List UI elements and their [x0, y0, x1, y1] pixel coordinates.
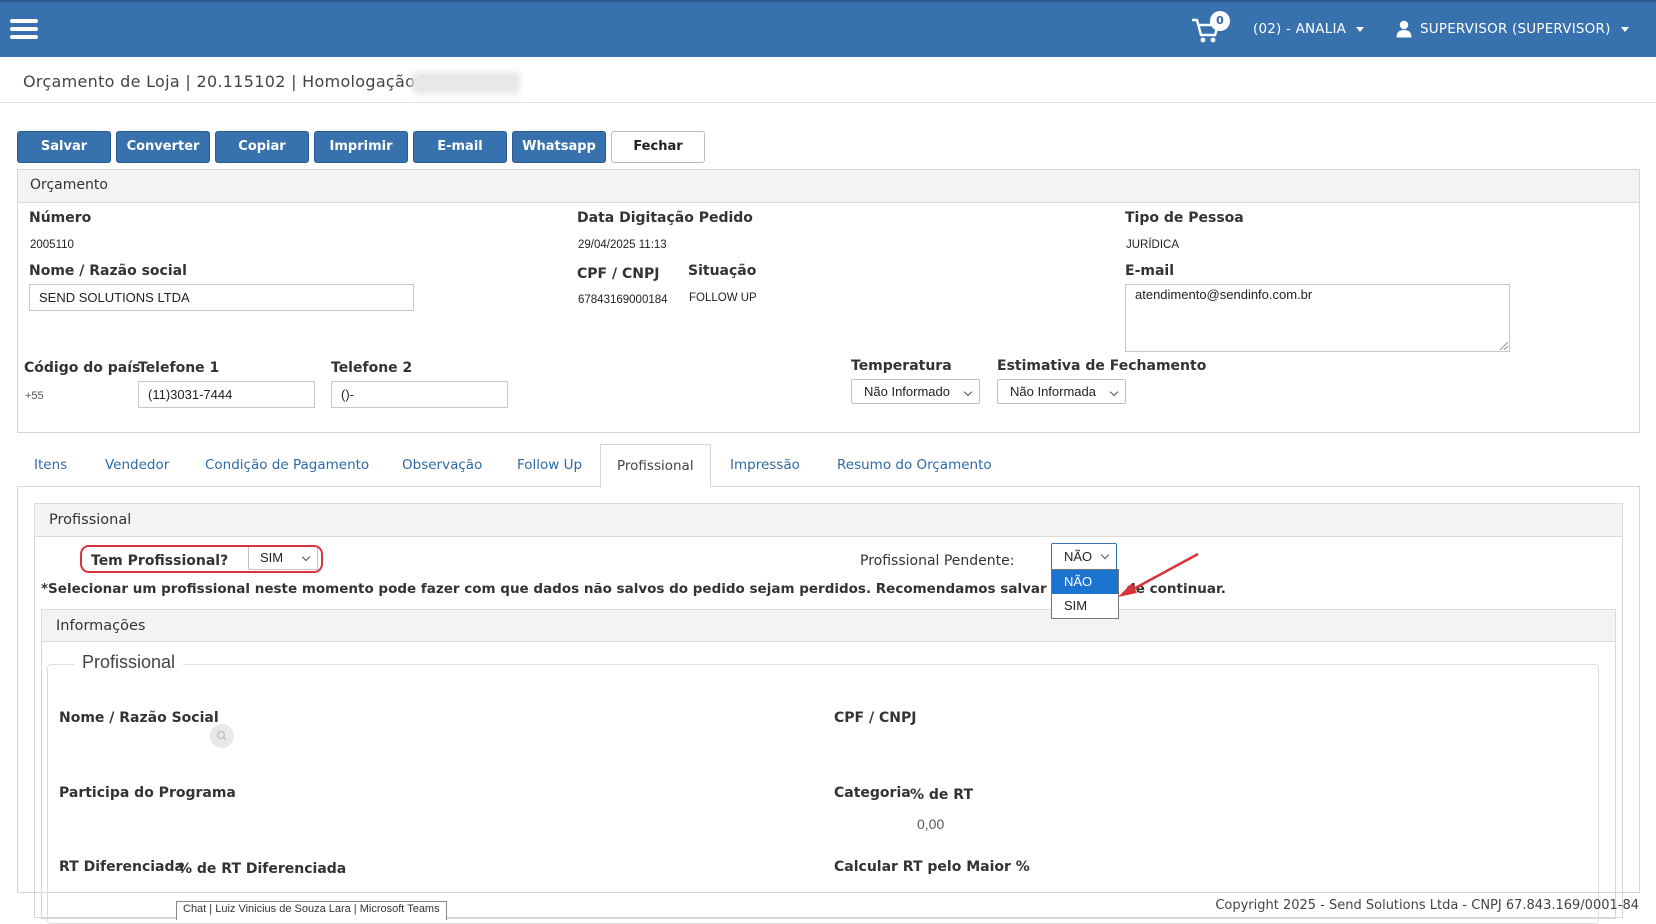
arrow-annotation-icon [1118, 552, 1199, 597]
rt-diferenciada-pct-label: % de RT Diferenciada [178, 861, 347, 877]
warning-text: *Selecionar um profissional neste moment… [41, 581, 1226, 597]
email-button[interactable]: E-mail [413, 131, 507, 163]
nome-field[interactable]: SEND SOLUTIONS LTDA [29, 284, 414, 311]
dropdown-list: NÃO SIM [1051, 569, 1119, 619]
tipo-label: Tipo de Pessoa [1125, 210, 1244, 226]
numero-label: Número [29, 210, 92, 226]
save-button[interactable]: Salvar [17, 131, 111, 163]
situacao-value: FOLLOW UP [689, 292, 757, 304]
menu-icon[interactable] [10, 19, 38, 39]
tab-follow-up[interactable]: Follow Up [517, 444, 582, 487]
participa-label: Participa do Programa [59, 785, 236, 801]
copyright-text: Copyright 2025 - Send Solutions Ltda - C… [1215, 898, 1639, 913]
profissional-pendente-label: Profissional Pendente: [860, 553, 1015, 569]
tab-impressao[interactable]: Impressão [730, 444, 800, 487]
estimativa-value: Não Informada [1010, 384, 1096, 399]
fieldset-legend: Profissional [74, 652, 184, 673]
cpf-label: CPF / CNPJ [577, 266, 660, 282]
tab-profissional[interactable]: Profissional [600, 444, 711, 488]
panel-title: Orçamento [18, 170, 1639, 203]
email-label: E-mail [1125, 263, 1175, 279]
informacoes-title: Informações [41, 609, 1616, 642]
prof-cpf-label: CPF / CNPJ [834, 710, 917, 726]
tab-itens[interactable]: Itens [34, 444, 67, 487]
tel2-label: Telefone 2 [331, 360, 413, 376]
email-value: atendimento@sendinfo.com.br [1135, 287, 1313, 302]
warning-text-start: *Selecionar um profissional neste moment… [41, 581, 1085, 597]
email-field[interactable]: atendimento@sendinfo.com.br [1125, 284, 1510, 352]
profissional-fieldset [47, 664, 1599, 924]
data-label: Data Digitação Pedido [577, 210, 753, 226]
option-nao[interactable]: NÃO [1052, 570, 1118, 594]
tel1-label: Telefone 1 [138, 360, 220, 376]
tab-bar: Itens Vendedor Condição de Pagamento Obs… [17, 444, 1640, 488]
tipo-value: JURÍDICA [1126, 239, 1180, 251]
store-selector[interactable]: (02) - ANALIA [1253, 21, 1365, 37]
chevron-down-icon [1100, 550, 1110, 560]
situacao-label: Situação [688, 263, 757, 279]
estimativa-select[interactable]: Não Informada [997, 379, 1126, 404]
rt-label: % de RT [910, 787, 973, 803]
copy-button[interactable]: Copiar [215, 131, 309, 163]
cart-count-badge: 0 [1210, 11, 1230, 31]
chevron-down-icon [963, 387, 973, 397]
chat-tab[interactable]: Chat | Luiz Vinicius de Souza Lara | Mic… [176, 901, 447, 920]
tab-resumo[interactable]: Resumo do Orçamento [837, 444, 992, 487]
top-navbar: 0 (02) - ANALIA SUPERVISOR (SUPERVISOR) [0, 0, 1656, 57]
user-label: SUPERVISOR (SUPERVISOR) [1420, 21, 1611, 37]
search-icon[interactable] [210, 724, 234, 748]
close-button[interactable]: Fechar [611, 131, 705, 163]
tab-vendedor[interactable]: Vendedor [105, 444, 169, 487]
whatsapp-button[interactable]: Whatsapp [512, 131, 606, 163]
footer-divider [17, 892, 1640, 893]
pais-value: +55 [25, 390, 44, 402]
resize-handle-icon[interactable] [1500, 342, 1508, 350]
numero-value: 2005110 [30, 239, 74, 251]
temperatura-label: Temperatura [851, 358, 952, 374]
user-icon [1396, 20, 1412, 38]
divider [0, 102, 1656, 103]
temperatura-select[interactable]: Não Informado [851, 379, 980, 404]
caret-down-icon [1356, 26, 1365, 32]
store-label: (02) - ANALIA [1253, 21, 1347, 37]
rt-value: 0,00 [917, 816, 945, 832]
profissional-panel-title: Profissional [34, 503, 1623, 537]
tab-condicao-pagamento[interactable]: Condição de Pagamento [205, 444, 369, 487]
caret-down-icon [1620, 26, 1629, 32]
rt-diferenciada-label: RT Diferenciada [59, 859, 184, 875]
user-menu[interactable]: SUPERVISOR (SUPERVISOR) [1420, 21, 1629, 37]
page-title: Orçamento de Loja | 20.115102 | Homologa… [23, 72, 427, 91]
calcular-rt-label: Calcular RT pelo Maior % [834, 859, 1030, 875]
categoria-label: Categoria [834, 785, 911, 801]
pais-label: Código do país [24, 360, 141, 376]
profissional-pendente-select[interactable]: NÃO [1051, 543, 1117, 571]
convert-button[interactable]: Converter [116, 131, 210, 163]
redacted-area [412, 72, 520, 94]
tel1-field[interactable]: (11)3031-7444 [138, 381, 315, 408]
nome-label: Nome / Razão social [29, 263, 187, 279]
option-sim[interactable]: SIM [1052, 594, 1118, 618]
profissional-pendente-value: NÃO [1064, 549, 1093, 564]
print-button[interactable]: Imprimir [314, 131, 408, 163]
temperatura-value: Não Informado [864, 384, 950, 399]
cpf-value: 67843169000184 [578, 294, 668, 306]
tel2-field[interactable]: ()- [331, 381, 508, 408]
chevron-down-icon [1109, 387, 1119, 397]
highlight-annotation [80, 545, 323, 573]
prof-nome-label: Nome / Razão Social [59, 710, 219, 726]
tab-observacao[interactable]: Observação [402, 444, 482, 487]
data-value: 29/04/2025 11:13 [578, 239, 667, 251]
estimativa-label: Estimativa de Fechamento [997, 358, 1207, 374]
